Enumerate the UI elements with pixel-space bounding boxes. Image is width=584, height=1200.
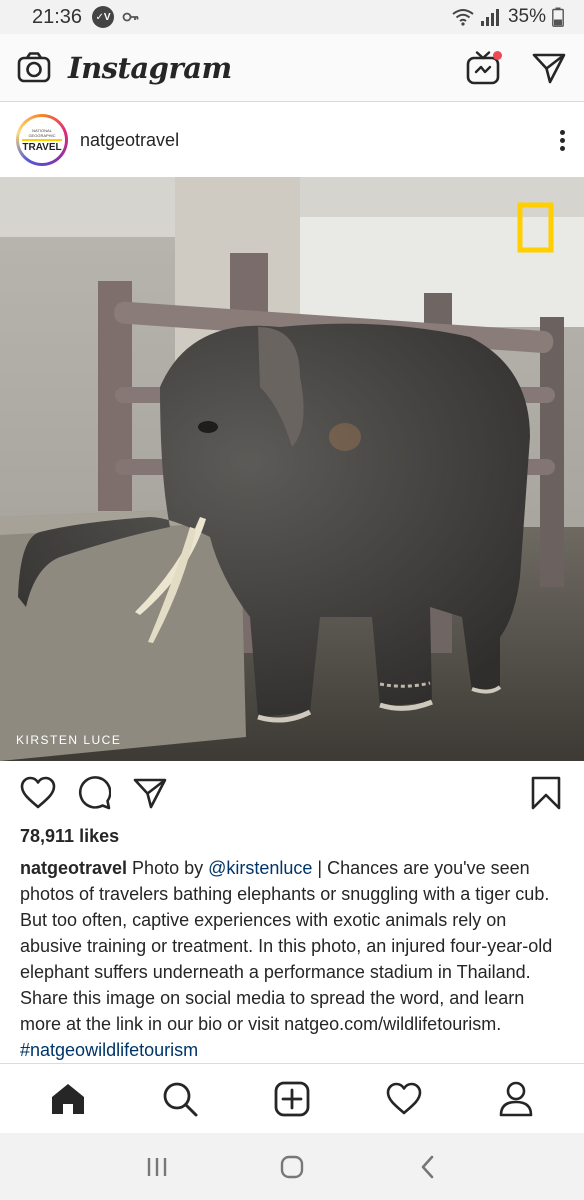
recent-apps-button[interactable] — [133, 1143, 181, 1191]
new-post-icon — [274, 1081, 310, 1116]
search-icon — [163, 1082, 198, 1116]
bottom-nav — [0, 1063, 584, 1133]
post-username[interactable]: natgeotravel — [80, 130, 179, 151]
battery-icon — [552, 7, 564, 27]
home-icon — [52, 1083, 84, 1114]
recent-apps-icon — [148, 1157, 167, 1176]
app-header: Instagram — [0, 34, 584, 102]
save-button[interactable] — [526, 773, 566, 813]
comment-icon — [78, 776, 111, 810]
caption-hashtag[interactable]: #natgeowildlifetourism — [20, 1040, 198, 1060]
more-options-icon[interactable] — [556, 124, 568, 156]
post-header: NATIONAL GEOGRAPHIC TRAVEL natgeotravel — [0, 103, 584, 177]
caption-intro: Photo by — [127, 858, 209, 878]
wifi-icon — [452, 9, 474, 26]
instagram-logo: Instagram — [68, 50, 232, 85]
nav-activity[interactable] — [380, 1075, 428, 1123]
status-right: 35% — [452, 6, 564, 28]
post-actions — [0, 761, 584, 825]
back-button[interactable] — [403, 1143, 451, 1191]
like-button[interactable] — [18, 773, 58, 813]
nav-home[interactable] — [44, 1075, 92, 1123]
status-bar: 21:36 ✓V 35% — [0, 0, 584, 34]
signal-icon — [480, 9, 499, 26]
home-circle-button[interactable] — [268, 1143, 316, 1191]
activity-heart-icon — [386, 1082, 422, 1114]
post-photo[interactable]: KIRSTEN LUCE — [0, 177, 584, 761]
bookmark-icon — [531, 776, 561, 810]
caption-body: | Chances are you've seen photos of trav… — [20, 858, 553, 1034]
nav-profile[interactable] — [492, 1075, 540, 1123]
direct-message-icon[interactable] — [532, 51, 566, 85]
nav-search[interactable] — [156, 1075, 204, 1123]
likes-count[interactable]: 78,911 likes — [20, 826, 119, 847]
battery-percent: 35% — [507, 6, 546, 27]
vpn-badge-icon: ✓V — [92, 6, 115, 28]
share-icon — [133, 778, 167, 809]
avatar[interactable]: NATIONAL GEOGRAPHIC TRAVEL — [16, 114, 68, 166]
caption-username[interactable]: natgeotravel — [20, 858, 127, 878]
elephant-photo-illustration — [0, 177, 584, 761]
home-circle-icon — [280, 1155, 304, 1178]
back-icon — [421, 1155, 433, 1178]
profile-icon — [499, 1081, 533, 1116]
android-nav-bar — [0, 1133, 584, 1200]
status-time: 21:36 — [32, 5, 83, 28]
igtv-icon[interactable] — [466, 50, 502, 85]
comment-button[interactable] — [74, 773, 114, 813]
post-caption: natgeotravel Photo by @kirstenluce | Cha… — [20, 855, 568, 1063]
avatar-small-text: NATIONAL GEOGRAPHIC — [28, 127, 56, 138]
caption-mention[interactable]: @kirstenluce — [208, 858, 312, 878]
avatar-label: TRAVEL — [22, 138, 62, 153]
photo-credit: KIRSTEN LUCE — [16, 733, 122, 747]
key-icon — [122, 12, 139, 22]
header-actions — [466, 50, 568, 85]
heart-icon — [20, 776, 56, 809]
nav-new-post[interactable] — [268, 1075, 316, 1123]
share-button[interactable] — [130, 773, 170, 813]
camera-icon[interactable] — [16, 50, 52, 86]
notification-dot — [493, 50, 502, 60]
avatar-logo: NATIONAL GEOGRAPHIC TRAVEL — [19, 117, 65, 163]
